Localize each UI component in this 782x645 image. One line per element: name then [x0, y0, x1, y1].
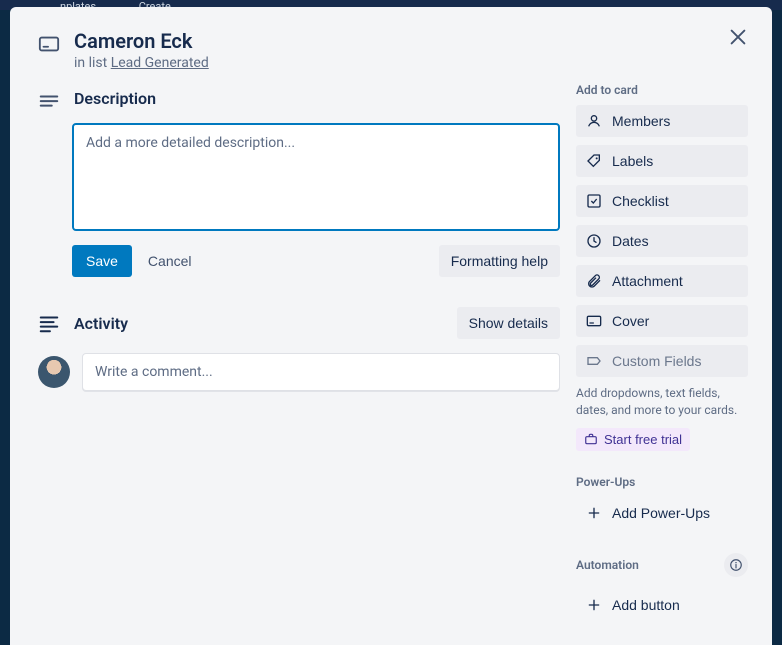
- description-icon: [38, 91, 60, 113]
- plus-icon: [586, 505, 602, 521]
- card-subtitle: in list Lead Generated: [74, 55, 209, 71]
- cover-icon: [586, 313, 602, 329]
- custom-fields-icon: [586, 353, 602, 369]
- info-icon: [729, 558, 743, 572]
- show-details-button[interactable]: Show details: [457, 307, 560, 339]
- avatar[interactable]: [38, 356, 70, 388]
- briefcase-icon: [584, 432, 598, 446]
- add-automation-button[interactable]: Add button: [576, 589, 748, 621]
- add-to-card-heading: Add to card: [576, 83, 748, 97]
- members-icon: [586, 113, 602, 129]
- checklist-icon: [586, 193, 602, 209]
- card-modal: Cameron Eck in list Lead Generated Descr…: [10, 7, 772, 645]
- activity-heading: Activity: [74, 314, 128, 333]
- dates-icon: [586, 233, 602, 249]
- card-icon: [38, 33, 60, 55]
- close-button[interactable]: [722, 21, 754, 53]
- description-input[interactable]: [72, 123, 560, 231]
- dates-button[interactable]: Dates: [576, 225, 748, 257]
- checklist-button[interactable]: Checklist: [576, 185, 748, 217]
- start-trial-button[interactable]: Start free trial: [576, 428, 690, 451]
- labels-button[interactable]: Labels: [576, 145, 748, 177]
- attachment-button[interactable]: Attachment: [576, 265, 748, 297]
- formatting-help-button[interactable]: Formatting help: [439, 245, 560, 277]
- description-heading: Description: [74, 89, 156, 113]
- list-link[interactable]: Lead Generated: [111, 55, 209, 71]
- automation-info-button[interactable]: [724, 553, 748, 577]
- add-powerups-button[interactable]: Add Power-Ups: [576, 497, 748, 529]
- automation-heading: Automation: [576, 558, 639, 572]
- custom-fields-button[interactable]: Custom Fields: [576, 345, 748, 377]
- save-button[interactable]: Save: [72, 245, 132, 277]
- members-button[interactable]: Members: [576, 105, 748, 137]
- attachment-icon: [586, 273, 602, 289]
- activity-icon: [38, 312, 60, 334]
- cancel-button[interactable]: Cancel: [148, 253, 192, 269]
- powerups-heading: Power-Ups: [576, 475, 748, 489]
- labels-icon: [586, 153, 602, 169]
- comment-input[interactable]: Write a comment...: [82, 353, 560, 391]
- cover-button[interactable]: Cover: [576, 305, 748, 337]
- plus-icon: [586, 597, 602, 613]
- custom-fields-note: Add dropdowns, text fields, dates, and m…: [576, 385, 748, 420]
- close-icon: [727, 26, 749, 48]
- card-title[interactable]: Cameron Eck: [74, 29, 209, 53]
